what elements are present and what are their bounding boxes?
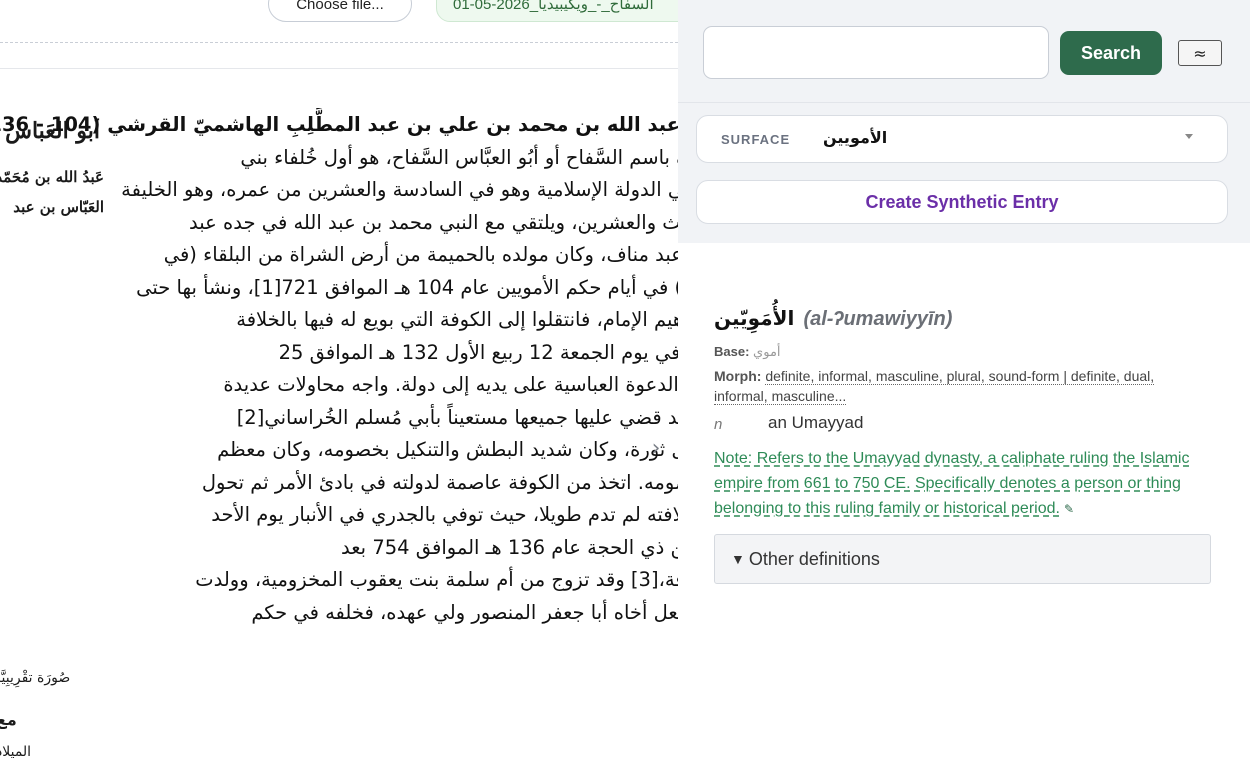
other-definitions-label: Other definitions bbox=[748, 548, 880, 569]
headword: الأُمَوِيّين bbox=[714, 306, 795, 330]
morph-value[interactable]: definite, informal, masculine, plural, s… bbox=[714, 368, 1155, 405]
article-line: قتل مروان الأمويين لأخيه إبراهيم الإمام،… bbox=[236, 308, 678, 331]
surface-select[interactable]: SURFACE الأمويين bbox=[696, 115, 1228, 163]
search-button[interactable]: Search bbox=[1060, 31, 1162, 75]
base-value: أموي bbox=[753, 345, 781, 360]
toolbar-divider bbox=[0, 42, 678, 43]
article-line: في الثالث عشر من ذي الحجة عام 136 هـ الم… bbox=[341, 536, 678, 559]
panel-controls: Search ≈ SURFACE الأمويين Create Synthet… bbox=[678, 0, 1250, 243]
transliteration: (al-ʔumawiyyīn) bbox=[803, 308, 953, 330]
infobox-section-heading: مع bbox=[0, 710, 17, 729]
morph-label: Morph: bbox=[714, 368, 762, 384]
article-line: في يوم الجمعة 12 ربيع الأول 132 هـ الموا… bbox=[278, 341, 678, 364]
morph-line: Morph: definite, informal, masculine, pl… bbox=[714, 366, 1194, 406]
pencil-icon[interactable]: ✎ bbox=[1064, 497, 1074, 522]
article-line: المطلب بن هاشم بن عبد مناف، وكان مولده ب… bbox=[163, 243, 678, 266]
article-line: العباس في الدولة الإسلامية وهو في السادس… bbox=[121, 178, 678, 201]
article-line: الأردن حاليًا) في أيام حكم الأمويين عام … bbox=[136, 276, 678, 299]
article-line: له ابنه محمد، وقد جعل أخاه أبا جعفر المن… bbox=[251, 601, 678, 624]
controls-divider bbox=[678, 102, 1250, 103]
chevron-right-icon[interactable]: › bbox=[640, 430, 672, 466]
article-line: ممن قتلهم من خصومه. اتخذ من الكوفة عاصمة… bbox=[201, 471, 678, 494]
image-caption: صُورَة تقْرِيبِيَّة bbox=[0, 670, 71, 686]
search-input[interactable] bbox=[703, 26, 1049, 79]
article-line: نوفمبر 749، وقامت الدعوة العباسية على يد… bbox=[223, 373, 678, 396]
content-divider bbox=[0, 68, 678, 69]
dictionary-panel: Search ≈ SURFACE الأمويين Create Synthet… bbox=[678, 0, 1250, 760]
headword-line: الأُمَوِيّين (al-ʔumawiyyīn) bbox=[714, 306, 952, 331]
usage-note: Note: Refers to the Umayyad dynasty, a c… bbox=[714, 446, 1204, 522]
caret-down-icon bbox=[1185, 134, 1193, 139]
article-line: الإسلامي الثالث والعشرين، ويلتقي مع النب… bbox=[189, 211, 678, 234]
other-definitions-toggle[interactable]: ▼ Other definitions bbox=[714, 534, 1211, 584]
article-line: للثورة عليه، وقد قضي عليها جميعها مستعين… bbox=[236, 406, 678, 429]
usage-note-text: Note: Refers to the Umayyad dynasty, a c… bbox=[714, 450, 1190, 517]
article-line: عبد الله بن محمد بن علي بن عبد المطَّلِب… bbox=[0, 113, 678, 136]
reader-toolbar: Choose file... 01-05-2026_السفاح_-_ويكيب… bbox=[0, 0, 678, 44]
surface-value: الأمويين bbox=[823, 128, 888, 147]
create-synthetic-entry-button[interactable]: Create Synthetic Entry bbox=[696, 180, 1228, 224]
article-line: وكان يتصدى لكل ثورة، وكان شديد البطش وال… bbox=[217, 438, 678, 461]
base-label: Base: bbox=[714, 344, 750, 359]
loaded-file-chip: 01-05-2026_السفاح_-_ويكيبيديا bbox=[436, 0, 678, 22]
article-line: إلى الأنبار، ولكن خلافته لم تدم طويلا، ح… bbox=[211, 503, 678, 526]
article-line: 754م)، المعروف باسم السَّفاح أو أبُو الع… bbox=[240, 146, 678, 169]
triangle-down-icon: ▼ bbox=[731, 551, 745, 567]
article-line: أربع سنين في الخلافة،[3] وقد تزوج من أم … bbox=[195, 568, 678, 591]
base-line: Base: أموي bbox=[714, 344, 781, 360]
reader-pane: Choose file... 01-05-2026_السفاح_-_ويكيب… bbox=[0, 0, 678, 760]
article-body: عبد الله بن محمد بن علي بن عبد المطَّلِب… bbox=[0, 108, 678, 668]
infobox-field-label: الميلاد bbox=[0, 744, 32, 760]
gloss: an Umayyad bbox=[768, 413, 864, 432]
part-of-speech: n bbox=[714, 416, 723, 433]
choose-file-button[interactable]: Choose file... bbox=[268, 0, 412, 22]
approximate-match-toggle[interactable]: ≈ bbox=[1178, 40, 1222, 66]
surface-label: SURFACE bbox=[721, 132, 791, 147]
